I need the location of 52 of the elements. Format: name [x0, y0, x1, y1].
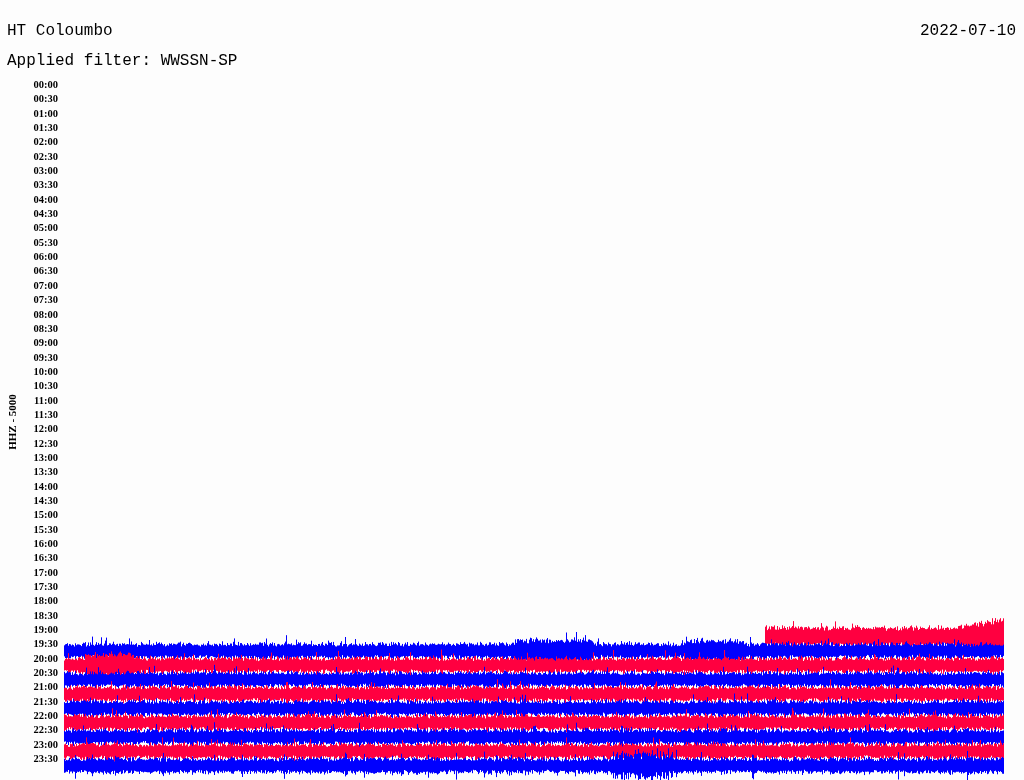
time-label: 06:30: [33, 264, 58, 279]
time-label: 10:30: [33, 379, 58, 394]
time-label: 23:30: [33, 752, 58, 767]
time-label: 06:00: [33, 250, 58, 265]
axis-label: HHZ - 5000: [6, 394, 18, 451]
time-label: 14:00: [33, 479, 58, 494]
time-label: 05:00: [33, 221, 58, 236]
time-label: 10:00: [33, 364, 58, 379]
time-label: 08:30: [33, 321, 58, 336]
time-label: 08:00: [33, 307, 58, 322]
time-label: 13:30: [33, 465, 58, 480]
time-label: 22:00: [33, 709, 58, 724]
filter-label: Applied filter: WWSSN-SP: [7, 52, 238, 70]
time-label: 03:30: [33, 178, 58, 193]
time-label: 19:30: [33, 637, 58, 652]
time-label: 17:30: [33, 580, 58, 595]
time-label: 12:30: [33, 436, 58, 451]
time-label: 18:00: [33, 594, 58, 609]
time-label: 21:00: [33, 680, 58, 695]
time-label: 20:00: [33, 651, 58, 666]
time-label: 00:30: [33, 92, 58, 107]
time-label: 20:30: [33, 666, 58, 681]
time-label: 16:30: [33, 551, 58, 566]
time-label: 02:30: [33, 149, 58, 164]
time-label: 00:00: [33, 78, 58, 92]
time-label: 16:00: [33, 537, 58, 551]
date-label: 2022-07-10: [920, 22, 1016, 40]
time-label: 04:00: [33, 192, 58, 207]
time-label: 17:00: [33, 565, 58, 580]
time-label: 07:30: [33, 293, 58, 308]
time-label: 21:30: [33, 694, 58, 709]
time-label: 15:00: [33, 508, 58, 523]
time-label: 01:00: [33, 106, 58, 121]
time-label: 12:00: [33, 422, 58, 437]
time-label: 09:00: [33, 336, 58, 351]
time-label: 19:00: [33, 623, 58, 638]
time-label: 04:30: [33, 207, 58, 222]
time-label: 15:30: [33, 522, 58, 537]
time-label: 05:30: [33, 235, 58, 250]
time-label: 14:30: [33, 493, 58, 508]
time-label: 18:30: [33, 608, 58, 623]
time-label: 13:00: [33, 450, 58, 465]
time-label: 02:00: [33, 135, 58, 150]
time-label: 03:00: [33, 164, 58, 179]
time-label: 01:30: [33, 121, 58, 136]
time-label: 09:30: [33, 350, 58, 365]
time-label: 23:00: [33, 737, 58, 752]
time-label: 11:30: [34, 407, 58, 422]
time-label: 22:30: [33, 723, 58, 738]
time-label: 07:00: [33, 278, 58, 293]
station-title: HT Coloumbo: [7, 22, 113, 40]
time-label: 11:00: [34, 393, 58, 408]
